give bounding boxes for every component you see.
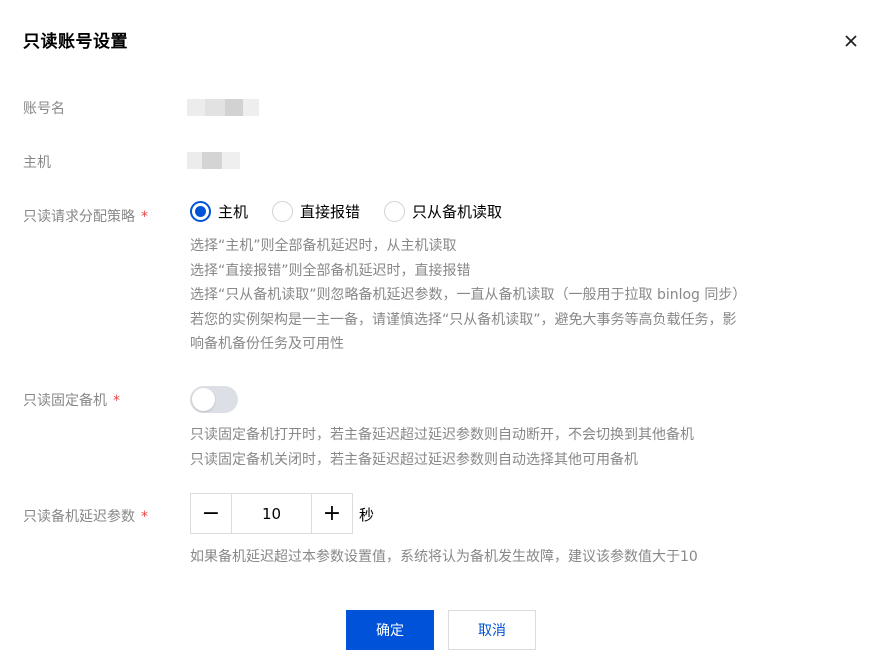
radio-standby-only[interactable]: 只从备机读取 bbox=[384, 201, 502, 222]
dialog-title: 只读账号设置 bbox=[23, 32, 128, 52]
host-masked-value bbox=[187, 152, 240, 169]
close-icon[interactable] bbox=[840, 30, 862, 52]
help-line: 只读固定备机打开时，若主备延迟超过延迟参数则自动断开，不会切换到其他备机 bbox=[190, 427, 694, 443]
strategy-label: 只读请求分配策略 * bbox=[23, 209, 148, 225]
strategy-help: 选择“主机”则全部备机延迟时，从主机读取 选择“直接报错”则全部备机延迟时，直接… bbox=[190, 234, 746, 357]
increment-button[interactable]: + bbox=[311, 494, 352, 533]
account-name-label: 账号名 bbox=[23, 101, 65, 117]
delay-input[interactable] bbox=[232, 494, 311, 533]
required-mark: * bbox=[141, 509, 148, 525]
radio-standby-only-label: 只从备机读取 bbox=[412, 203, 503, 221]
strategy-radio-group: 主机 直接报错 只从备机读取 bbox=[190, 201, 526, 222]
radio-checked-icon bbox=[190, 201, 211, 222]
fixed-standby-toggle[interactable] bbox=[190, 386, 238, 413]
radio-unchecked-icon bbox=[384, 201, 406, 222]
fixed-standby-label: 只读固定备机 * bbox=[23, 393, 120, 409]
fixed-standby-help: 只读固定备机打开时，若主备延迟超过延迟参数则自动断开，不会切换到其他备机 只读固… bbox=[190, 423, 694, 472]
delay-stepper: − + bbox=[190, 493, 353, 534]
host-label: 主机 bbox=[23, 155, 51, 171]
decrement-button[interactable]: − bbox=[191, 494, 232, 533]
delay-label: 只读备机延迟参数 * bbox=[23, 509, 148, 525]
toggle-knob bbox=[192, 388, 215, 411]
required-mark: * bbox=[113, 393, 120, 409]
help-line: 选择“主机”则全部备机延迟时，从主机读取 bbox=[190, 238, 457, 254]
help-line: 只读固定备机关闭时，若主备延迟超过延迟参数则自动选择其他可用备机 bbox=[190, 451, 638, 468]
radio-host[interactable]: 主机 bbox=[190, 201, 248, 222]
account-name-masked-value bbox=[187, 99, 259, 116]
radio-direct-error-label: 直接报错 bbox=[300, 203, 361, 221]
delay-unit: 秒 bbox=[359, 506, 375, 524]
help-line: 选择“只从备机读取”则忽略备机延迟参数，一直从备机读取（一般用于拉取 binlo… bbox=[190, 287, 747, 303]
confirm-button[interactable]: 确定 bbox=[346, 610, 434, 650]
readonly-account-dialog: 只读账号设置 账号名 主机 只读请求分配策略 * 主机 直接报错 只从备机读取 … bbox=[0, 0, 873, 669]
help-line: 若您的实例架构是一主一备，请谨慎选择“只从备机读取”，避免大事务等高负载任务，影 bbox=[190, 311, 737, 328]
cancel-button[interactable]: 取消 bbox=[448, 610, 536, 650]
radio-direct-error[interactable]: 直接报错 bbox=[272, 201, 360, 222]
required-mark: * bbox=[141, 209, 148, 225]
delay-help: 如果备机延迟超过本参数设置值，系统将认为备机发生故障，建议该参数值大于10 bbox=[190, 549, 698, 565]
help-line: 响备机备份任务及可用性 bbox=[190, 336, 344, 352]
radio-host-label: 主机 bbox=[218, 203, 249, 221]
help-line: 选择“直接报错”则全部备机延迟时，直接报错 bbox=[190, 262, 471, 279]
radio-unchecked-icon bbox=[272, 201, 294, 222]
